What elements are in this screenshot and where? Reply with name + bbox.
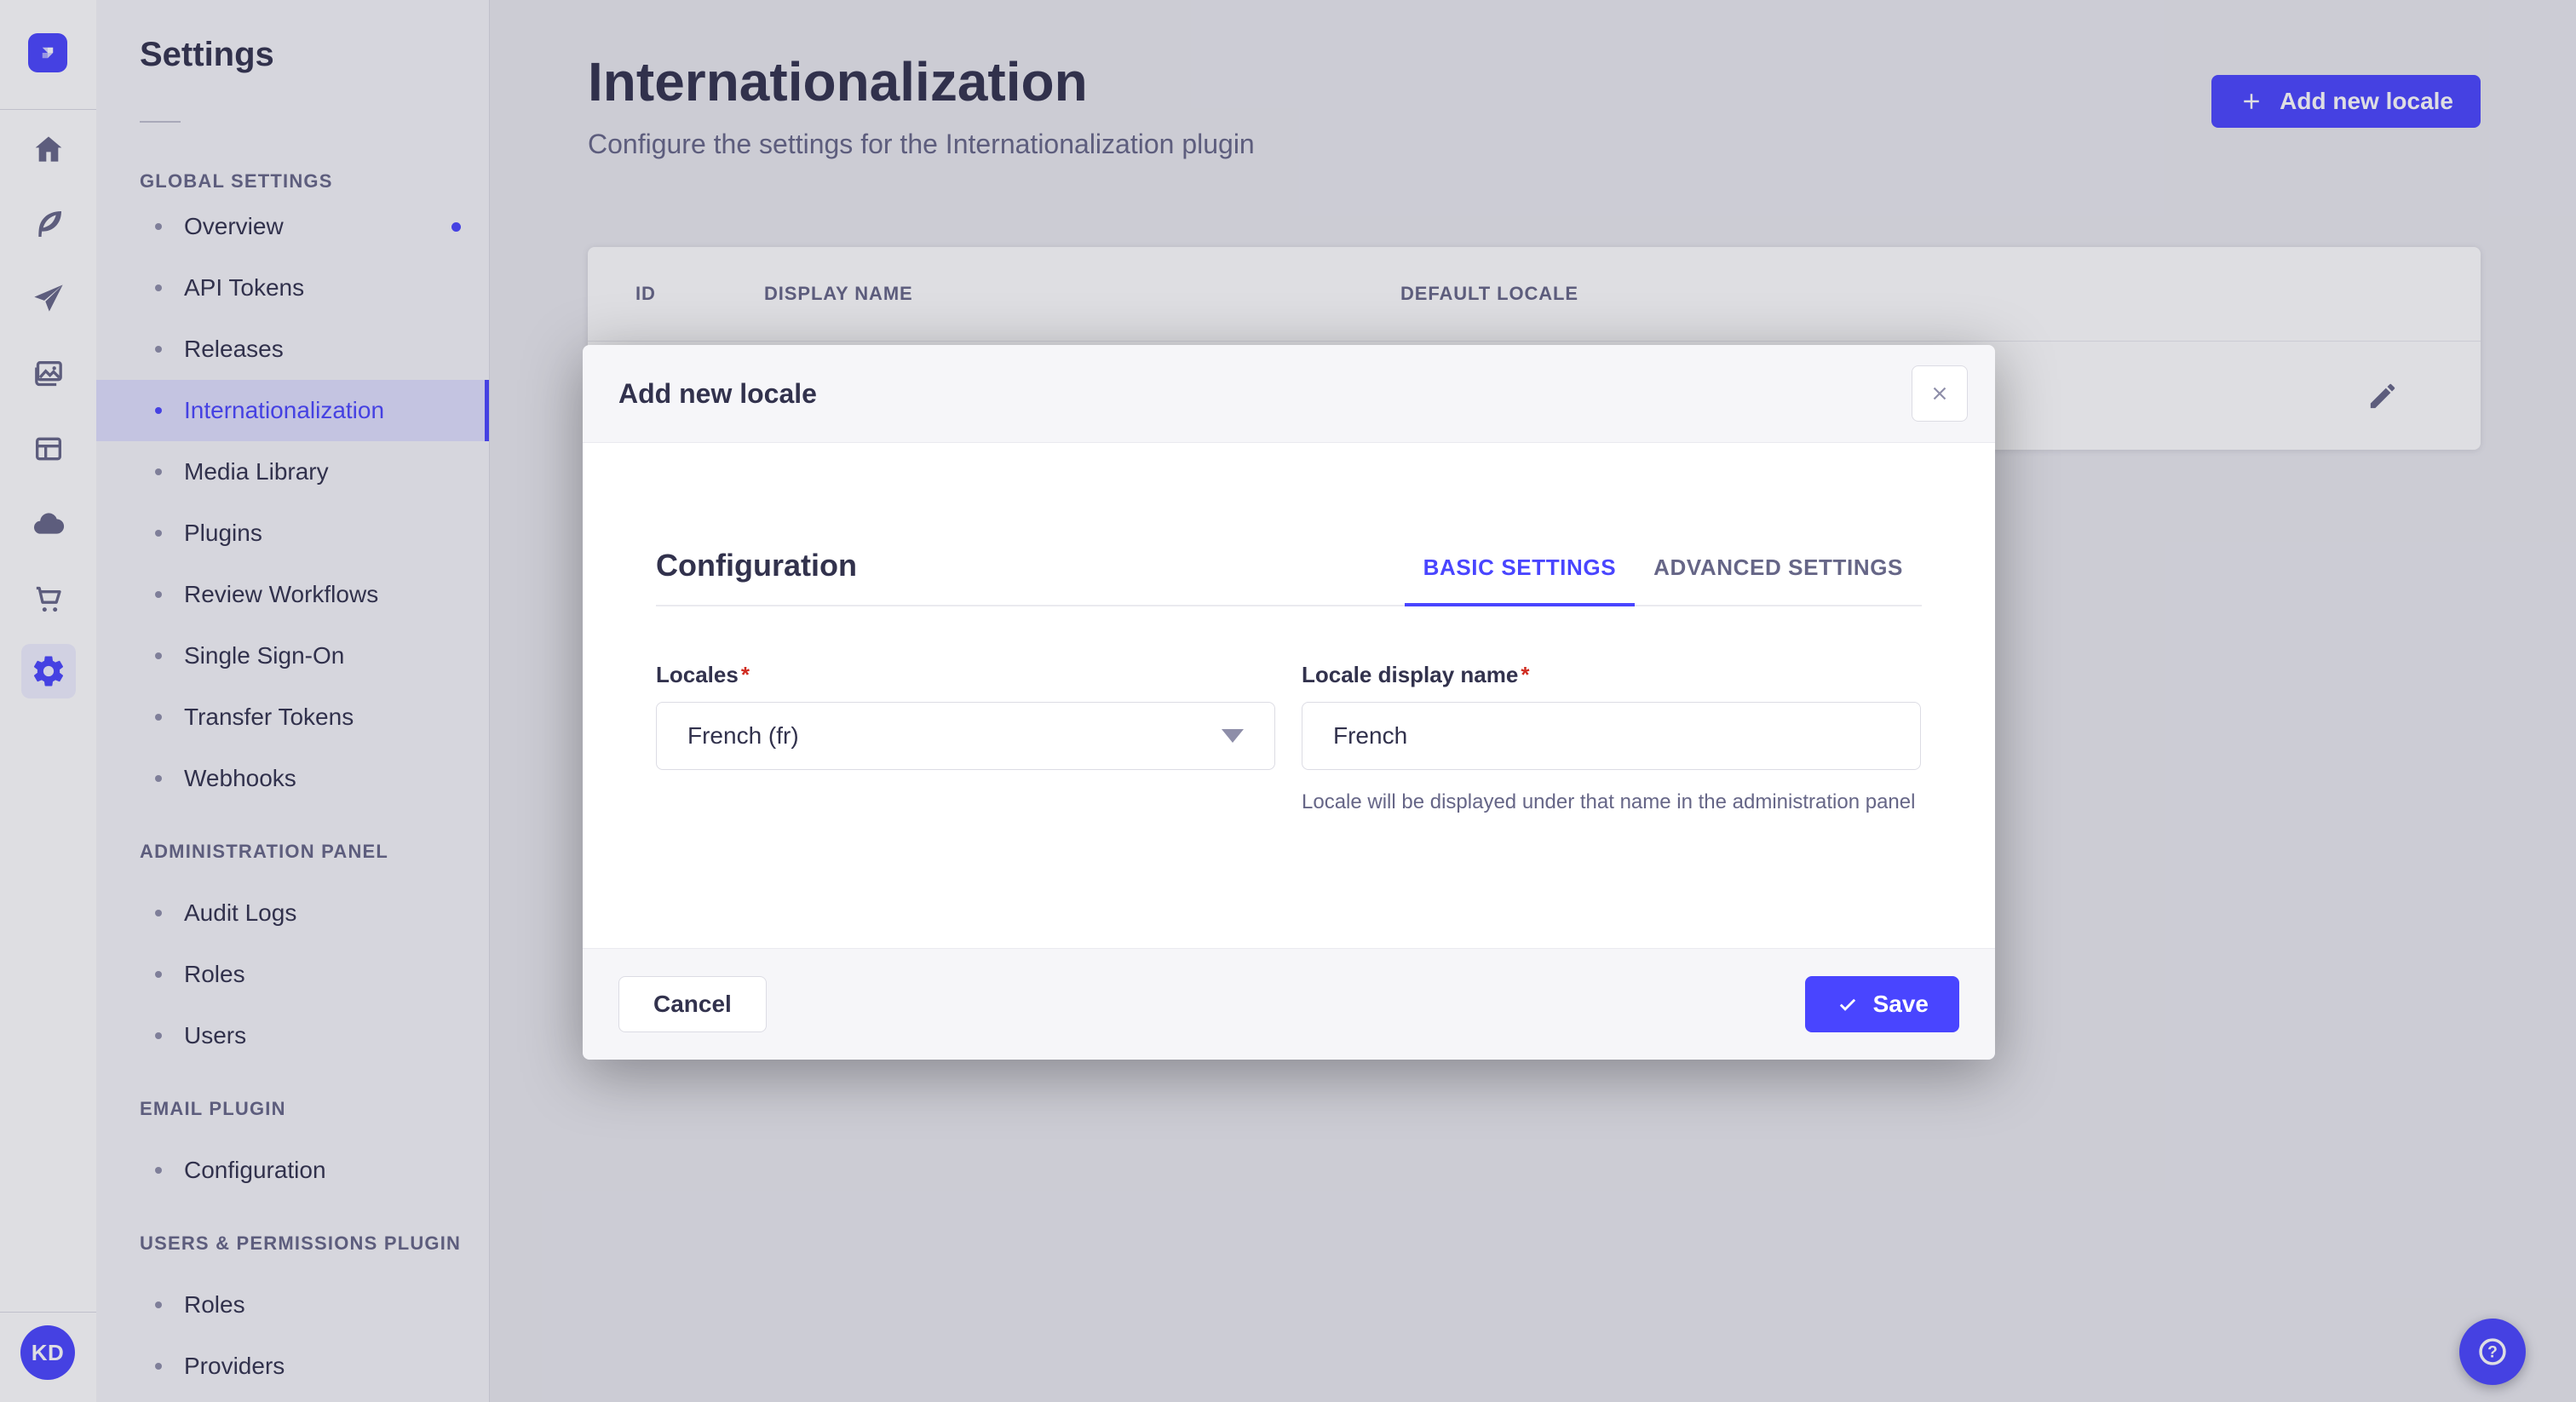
locales-select-value: French (fr)	[687, 722, 799, 749]
save-label: Save	[1872, 991, 1929, 1017]
locales-field: Locales * French (fr)	[656, 661, 1275, 818]
required-asterisk: *	[1521, 662, 1530, 687]
required-asterisk: *	[740, 662, 750, 687]
display-name-label-text: Locale display name	[1302, 662, 1519, 687]
chevron-down-icon	[1222, 729, 1244, 743]
locales-label: Locales *	[656, 661, 1275, 688]
tab-advanced-settings[interactable]: ADVANCED SETTINGS	[1635, 554, 1922, 606]
modal-header: Add new locale	[583, 345, 1995, 443]
modal-body: Configuration BASIC SETTINGS ADVANCED SE…	[583, 443, 1995, 948]
tab-basic-settings[interactable]: BASIC SETTINGS	[1404, 554, 1636, 606]
modal-title: Add new locale	[618, 377, 817, 409]
display-name-label: Locale display name *	[1302, 661, 1921, 688]
configuration-title: Configuration	[656, 548, 857, 583]
form-fields-row: Locales * French (fr) Locale display name…	[656, 661, 1922, 818]
close-button[interactable]	[1912, 365, 1968, 422]
display-name-helper-text: Locale will be displayed under that name…	[1302, 790, 1916, 813]
configuration-section-head: Configuration BASIC SETTINGS ADVANCED SE…	[656, 443, 1922, 606]
cancel-button[interactable]: Cancel	[618, 976, 767, 1032]
add-locale-modal: Add new locale Configuration BASIC SETTI…	[583, 345, 1995, 1060]
modal-footer: Cancel Save	[583, 948, 1995, 1060]
save-button[interactable]: Save	[1804, 976, 1959, 1032]
display-name-input[interactable]	[1302, 702, 1921, 770]
locales-select[interactable]: French (fr)	[656, 702, 1275, 770]
app-root: KD Settings GLOBAL SETTINGS Overview API…	[0, 0, 2576, 1402]
check-icon	[1839, 998, 1855, 1011]
locales-label-text: Locales	[656, 662, 739, 687]
settings-tabs: BASIC SETTINGS ADVANCED SETTINGS	[1404, 554, 1922, 606]
display-name-field: Locale display name* Locale will be disp…	[1302, 661, 1921, 818]
close-icon	[1933, 387, 1946, 400]
